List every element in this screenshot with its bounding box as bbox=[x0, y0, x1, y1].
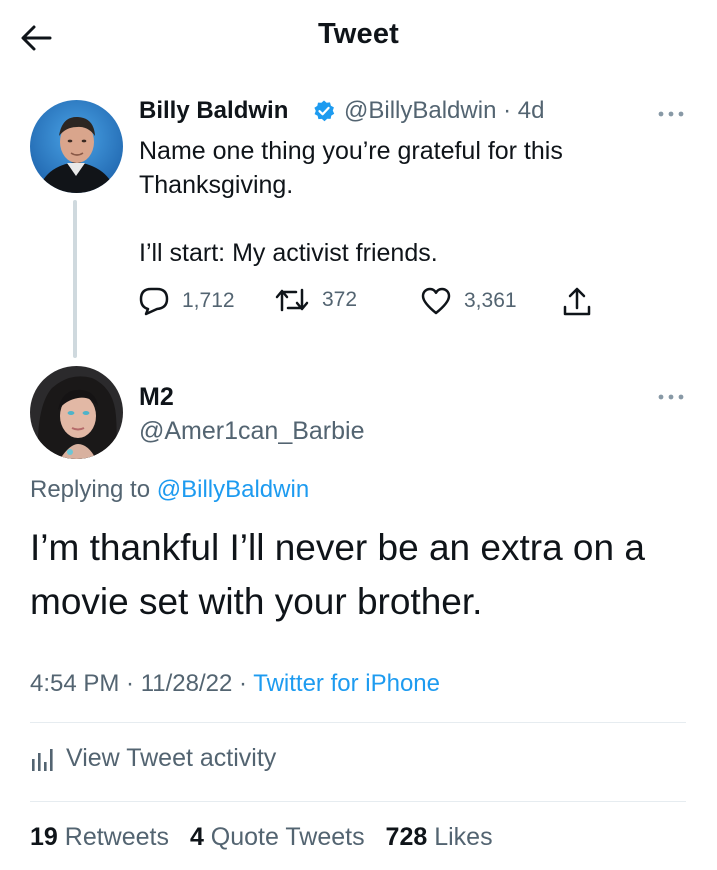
share-icon bbox=[563, 287, 591, 316]
likes-count: 728 bbox=[385, 823, 428, 851]
reply-count: 1,712 bbox=[182, 289, 235, 312]
verified-badge-icon bbox=[312, 99, 336, 123]
heart-icon bbox=[421, 287, 451, 315]
source-link[interactable]: Twitter for iPhone bbox=[253, 670, 440, 697]
likes-stat[interactable]: 728 Likes bbox=[386, 823, 493, 851]
author-handle-time[interactable]: @BillyBaldwin · 4d bbox=[344, 97, 544, 125]
tweet-text: Name one thing you’re grateful for this … bbox=[139, 137, 563, 267]
reply-icon bbox=[139, 287, 169, 316]
divider bbox=[30, 801, 686, 802]
quote-tweets-stat[interactable]: 4 Quote Tweets bbox=[190, 823, 365, 851]
retweet-button[interactable]: 372 bbox=[274, 286, 357, 314]
replying-to: Replying to @BillyBaldwin bbox=[30, 476, 309, 504]
retweets-stat[interactable]: 19 Retweets bbox=[30, 823, 169, 851]
quote-tweets-label: Quote Tweets bbox=[210, 823, 365, 851]
avatar[interactable] bbox=[30, 100, 123, 193]
page-title: Tweet bbox=[317, 18, 400, 50]
share-button[interactable] bbox=[562, 286, 592, 318]
tweet-timestamp: 4:54 PM · 11/28/22 · bbox=[30, 670, 254, 697]
more-options-button[interactable] bbox=[654, 387, 688, 407]
divider bbox=[30, 722, 686, 723]
likes-label: Likes bbox=[434, 823, 493, 851]
more-options-button[interactable] bbox=[654, 104, 688, 124]
author-handle[interactable]: @Amer1can_Barbie bbox=[139, 417, 365, 446]
retweet-icon bbox=[275, 288, 309, 312]
quote-tweets-count: 4 bbox=[189, 823, 204, 851]
retweets-label: Retweets bbox=[64, 823, 169, 851]
reply-button[interactable]: 1,712 bbox=[138, 286, 235, 316]
bar-chart-icon bbox=[32, 748, 53, 771]
retweet-count: 372 bbox=[322, 288, 358, 311]
replying-label: Replying to bbox=[30, 476, 151, 503]
author-name[interactable]: M2 bbox=[139, 383, 174, 412]
tweet-meta: 4:54 PM · 11/28/22 · Twitter for iPhone bbox=[30, 670, 440, 698]
avatar[interactable] bbox=[30, 366, 123, 459]
thread-line bbox=[73, 200, 77, 358]
like-count: 3,361 bbox=[464, 289, 517, 312]
view-activity-button[interactable]: View Tweet activity bbox=[30, 744, 276, 773]
author-name[interactable]: Billy Baldwin bbox=[139, 97, 288, 125]
engagement-stats: 19 Retweets 4 Quote Tweets 728 Likes bbox=[30, 823, 507, 852]
more-dots-icon bbox=[658, 111, 684, 117]
like-button[interactable]: 3,361 bbox=[420, 286, 517, 316]
view-activity-label: View Tweet activity bbox=[66, 744, 277, 772]
tweet-text: I’m thankful I’ll never be an extra on a… bbox=[30, 527, 645, 622]
more-dots-icon bbox=[658, 394, 684, 400]
mention-link[interactable]: @BillyBaldwin bbox=[157, 476, 309, 503]
retweets-count: 19 bbox=[30, 823, 58, 851]
